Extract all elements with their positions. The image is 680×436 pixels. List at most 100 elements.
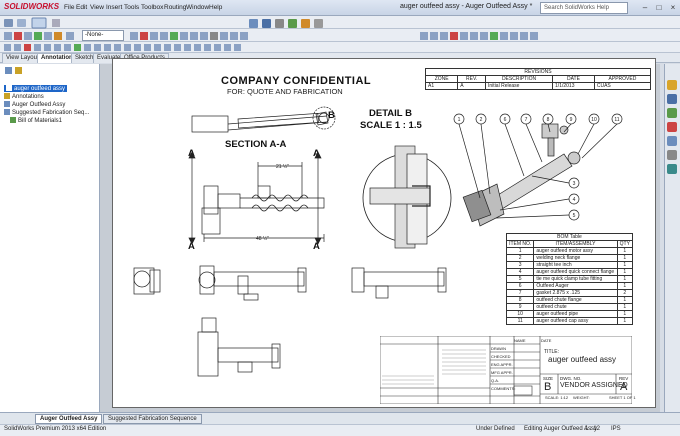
mfg-appr-label: MFG APPR. xyxy=(491,370,513,375)
tree-item-sheet1[interactable]: Auger Outfeed Assy xyxy=(4,101,65,108)
bom-table[interactable]: BOM Table ITEM NO. ITEM/ASSEMBLY QTY 1 au… xyxy=(505,233,634,325)
bom-qty: 1 xyxy=(616,275,634,283)
checked-label: CHECKED xyxy=(491,354,511,359)
scale-value: SCALE: 1:12 xyxy=(545,395,569,400)
sheet-icon xyxy=(4,109,10,115)
custom-properties-icon[interactable] xyxy=(667,164,677,174)
bom-row: 9 outfeed chute 1 xyxy=(505,303,634,311)
name-header: NAME xyxy=(514,338,526,343)
sheet-tab-auger-outfeed[interactable]: Auger Outfeed Assy xyxy=(35,414,103,424)
table-icon xyxy=(10,117,16,123)
menu-insert[interactable]: Insert xyxy=(106,4,122,11)
bom-body: 1 auger outfeed motor assy 1 2 welding neck … xyxy=(505,247,634,325)
help-search-input[interactable]: Search SolidWorks Help xyxy=(540,2,628,14)
annotations-icon xyxy=(4,93,10,99)
bom-assembly: auger outfeed pipe xyxy=(533,310,618,318)
maximize-icon[interactable]: □ xyxy=(652,2,666,13)
bom-item-no: 3 xyxy=(505,261,535,269)
rev-cell: Initial Release xyxy=(485,82,554,90)
rev-header-zone: ZONE xyxy=(424,75,459,83)
bom-qty: 1 xyxy=(616,317,634,325)
bom-item-no: 1 xyxy=(505,247,535,255)
menu-toolbox[interactable]: Toolbox xyxy=(141,4,163,11)
tree-item-bom[interactable]: Bill of Materials1 xyxy=(10,117,62,124)
bom-assembly: outfeed chute flange xyxy=(533,296,618,304)
view-palette-icon[interactable] xyxy=(667,136,677,146)
toolbar-icons xyxy=(4,17,538,51)
bom-assembly: auger outfeed quick connect flange xyxy=(533,268,618,276)
drawing-icon xyxy=(6,85,12,91)
resources-icon[interactable] xyxy=(667,80,677,90)
bom-row: 1 auger outfeed motor assy 1 xyxy=(505,247,634,255)
bom-assembly: tie me quick clamp tube fitting xyxy=(533,275,618,283)
bom-assembly: outfeed chute xyxy=(533,303,618,311)
bom-assembly: auger outfeed cap assy xyxy=(533,317,618,325)
bom-qty: 1 xyxy=(616,268,634,276)
minimize-icon[interactable]: – xyxy=(638,2,652,13)
status-scale[interactable]: 1 : 12 xyxy=(585,426,600,432)
menu-edit[interactable]: Edit xyxy=(76,4,87,11)
menu-view[interactable]: View xyxy=(90,4,104,11)
rev-cell: A1 xyxy=(424,82,459,90)
bom-qty: 1 xyxy=(616,261,634,269)
bom-assembly: Outfeed Auger xyxy=(533,282,618,290)
bom-header-assembly: ITEM/ASSEMBLY xyxy=(533,240,618,248)
balloon-label: 11 xyxy=(614,117,619,123)
menu-window[interactable]: Window xyxy=(186,4,209,11)
tree-item-annotations[interactable]: Annotations xyxy=(4,93,44,100)
menu-routing[interactable]: Routing xyxy=(164,4,186,11)
balloon-label: 8 xyxy=(547,117,550,123)
weight-label: WEIGHT: xyxy=(573,395,590,400)
balloon-label: 1 xyxy=(458,117,461,123)
bom-assembly: straight tee inch xyxy=(533,261,618,269)
balloon-label: 10 xyxy=(591,117,597,123)
tree-item-root[interactable]: auger outfeed assy xyxy=(4,85,68,92)
bom-qty: 1 xyxy=(616,310,634,318)
rev-header-date: DATE xyxy=(552,75,595,83)
tree-toolbar-icons[interactable] xyxy=(3,66,43,76)
sheet-value: SHEET 1 OF 1 xyxy=(609,395,636,400)
file-explorer-icon[interactable] xyxy=(667,108,677,118)
bom-qty: 2 xyxy=(616,289,634,297)
bom-title: BOM Table xyxy=(506,233,633,241)
rev-header-approved: APPROVED xyxy=(593,75,652,83)
eng-appr-label: ENG APPR. xyxy=(491,362,513,367)
design-library-icon[interactable] xyxy=(667,94,677,104)
balloon-label: 6 xyxy=(504,117,507,123)
rev-cell: CUAS xyxy=(593,82,652,90)
menu-file[interactable]: File xyxy=(64,4,74,11)
menu-help[interactable]: Help xyxy=(209,4,222,11)
bom-item-no: 11 xyxy=(505,317,535,325)
status-units[interactable]: IPS xyxy=(611,426,621,432)
revision-title: REVISIONS xyxy=(425,68,651,76)
status-edition: SolidWorks Premium 2013 x64 Edition xyxy=(4,426,107,432)
bom-row: 7 gasket 2.875 x .125 2 xyxy=(505,289,634,297)
revision-table: REVISIONS ZONE REV. DESCRIPTION DATE APP… xyxy=(424,68,652,90)
date-header: DATE xyxy=(541,338,552,343)
bom-item-no: 2 xyxy=(505,254,535,262)
close-icon[interactable]: × xyxy=(666,2,680,13)
bom-item-no: 9 xyxy=(505,303,535,311)
bom-assembly: welding neck flange xyxy=(533,254,618,262)
comments-label: COMMENTS: xyxy=(491,386,516,391)
section-view-motor xyxy=(191,115,229,133)
bom-item-no: 6 xyxy=(505,282,535,290)
bom-row: 6 Outfeed Auger 1 xyxy=(505,282,634,290)
rev-value: A xyxy=(620,381,628,393)
appearances-icon[interactable] xyxy=(667,150,677,160)
menu-tools[interactable]: Tools xyxy=(124,4,139,11)
balloon-label: 5 xyxy=(573,213,576,219)
bom-row: 11 auger outfeed cap assy 1 xyxy=(505,317,634,325)
rev-header-rev: REV. xyxy=(457,75,487,83)
bom-qty: 1 xyxy=(616,282,634,290)
tree-item-sheet2[interactable]: Suggested Fabrication Seq... xyxy=(4,109,89,116)
title-block-title: auger outfeed assy xyxy=(548,355,617,364)
bom-item-no: 5 xyxy=(505,275,535,283)
bom-row: 8 outfeed chute flange 1 xyxy=(505,296,634,304)
solidworks-logo[interactable]: SOLIDWORKS xyxy=(4,2,59,11)
bom-row: 3 straight tee inch 1 xyxy=(505,261,634,269)
rev-cell: 1/1/2013 xyxy=(552,82,595,90)
search-icon[interactable] xyxy=(667,122,677,132)
sheet-tab-fabrication[interactable]: Suggested Fabrication Sequence xyxy=(103,414,202,424)
rev-header-description: DESCRIPTION xyxy=(485,75,554,83)
